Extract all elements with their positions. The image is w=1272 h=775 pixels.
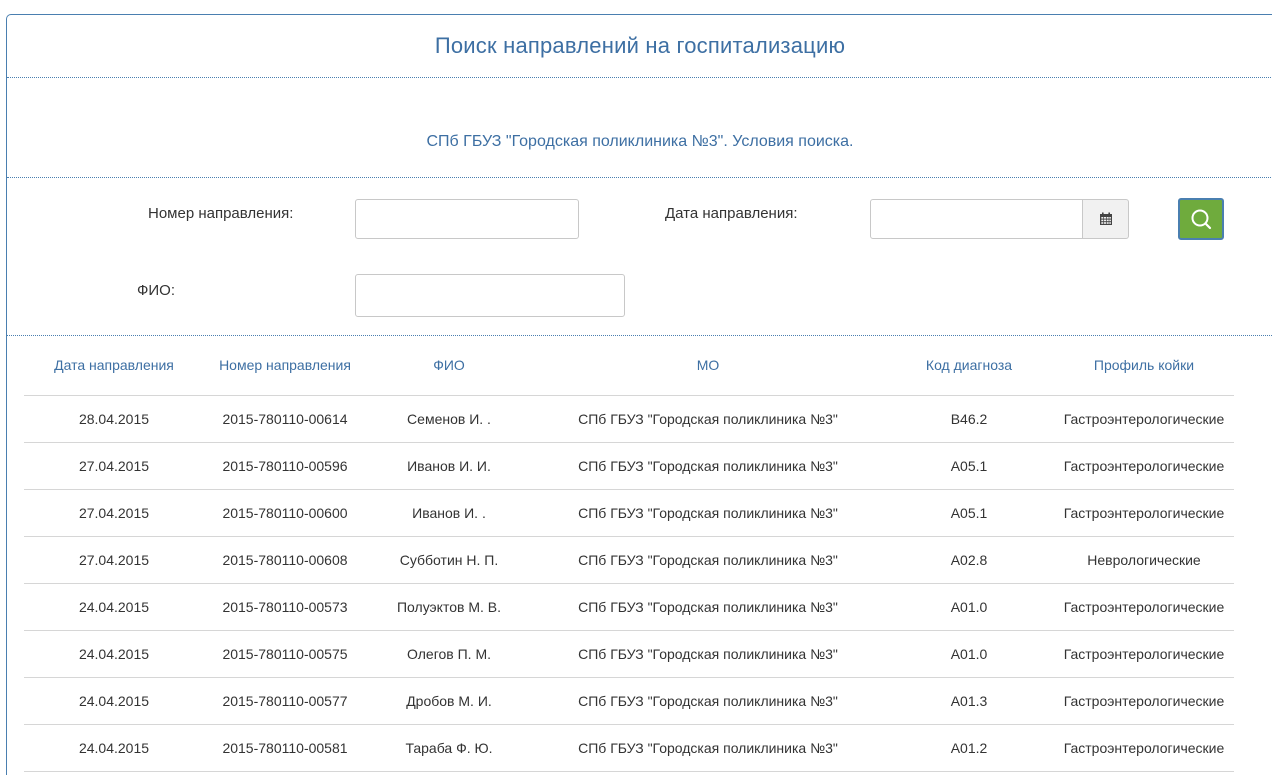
cell-fio: Полуэктов М. В. [366,583,532,631]
cell-date: 27.04.2015 [24,442,204,490]
cell-date: 27.04.2015 [24,536,204,584]
cell-bed-profile: Гастроэнтерологические [1054,489,1234,537]
cell-diagnosis-code: A01.0 [884,583,1054,631]
cell-fio: Олегов П. М. [366,630,532,678]
table-row[interactable]: 24.04.2015 2015-780110-00577 Дробов М. И… [24,677,1234,725]
cell-mo: СПб ГБУЗ "Городская поликлиника №3" [532,677,884,725]
search-button[interactable] [1178,198,1224,240]
cell-date: 28.04.2015 [24,395,204,443]
cell-fio: Иванов И. . [366,489,532,537]
fio-label: ФИО: [137,282,176,299]
referral-number-input[interactable] [355,199,579,239]
cell-mo: СПб ГБУЗ "Городская поликлиника №3" [532,536,884,584]
divider [7,77,1272,78]
cell-diagnosis-code: A01.3 [884,677,1054,725]
cell-diagnosis-code: A02.8 [884,536,1054,584]
cell-bed-profile: Гастроэнтерологические [1054,677,1234,725]
column-header-diagnosis-code[interactable]: Код диагноза [884,335,1054,396]
cell-bed-profile: Неврологические [1054,536,1234,584]
referral-date-label: Дата направления: [665,205,798,222]
calendar-icon [1099,212,1112,225]
cell-diagnosis-code: A05.1 [884,489,1054,537]
cell-fio: Иванов И. И. [366,442,532,490]
table-row[interactable]: 24.04.2015 2015-780110-00581 Тараба Ф. Ю… [24,724,1234,772]
cell-number: 2015-780110-00573 [204,583,366,631]
cell-date: 24.04.2015 [24,630,204,678]
cell-date: 24.04.2015 [24,677,204,725]
table-row[interactable]: 27.04.2015 2015-780110-00608 Субботин Н.… [24,536,1234,584]
cell-bed-profile: Гастроэнтерологические [1054,630,1234,678]
cell-fio: Дробов М. И. [366,677,532,725]
cell-diagnosis-code: A05.1 [884,442,1054,490]
table-row[interactable]: 28.04.2015 2015-780110-00614 Семенов И. … [24,395,1234,443]
cell-mo: СПб ГБУЗ "Городская поликлиника №3" [532,489,884,537]
cell-fio: Семенов И. . [366,395,532,443]
column-header-number[interactable]: Номер направления [204,335,366,396]
fio-input[interactable] [355,274,625,317]
cell-diagnosis-code: A01.0 [884,630,1054,678]
cell-diagnosis-code: B46.2 [884,395,1054,443]
column-header-fio[interactable]: ФИО [366,335,532,396]
search-icon [1191,209,1212,230]
referral-date-input[interactable] [870,199,1083,239]
cell-number: 2015-780110-00614 [204,395,366,443]
cell-mo: СПб ГБУЗ "Городская поликлиника №3" [532,724,884,772]
cell-diagnosis-code: A01.2 [884,724,1054,772]
cell-mo: СПб ГБУЗ "Городская поликлиника №3" [532,395,884,443]
cell-bed-profile: Гастроэнтерологические [1054,442,1234,490]
cell-date: 24.04.2015 [24,583,204,631]
cell-bed-profile: Гастроэнтерологические [1054,583,1234,631]
search-conditions-title: СПб ГБУЗ "Городская поликлиника №3". Усл… [426,133,854,150]
cell-fio: Тараба Ф. Ю. [366,724,532,772]
cell-fio: Субботин Н. П. [366,536,532,584]
calendar-button[interactable] [1082,199,1129,239]
cell-number: 2015-780110-00581 [204,724,366,772]
cell-number: 2015-780110-00575 [204,630,366,678]
page-title: Поиск направлений на госпитализацию [434,33,846,58]
table-row[interactable]: 24.04.2015 2015-780110-00573 Полуэктов М… [24,583,1234,631]
cell-bed-profile: Гастроэнтерологические [1054,724,1234,772]
cell-number: 2015-780110-00608 [204,536,366,584]
cell-mo: СПб ГБУЗ "Городская поликлиника №3" [532,630,884,678]
cell-bed-profile: Гастроэнтерологические [1054,395,1234,443]
table-row[interactable]: 24.04.2015 2015-780110-00575 Олегов П. М… [24,630,1234,678]
cell-mo: СПб ГБУЗ "Городская поликлиника №3" [532,583,884,631]
referral-number-label: Номер направления: [148,205,294,222]
table-header-row: Дата направления Номер направления ФИО М… [24,335,1234,396]
table-row[interactable]: 27.04.2015 2015-780110-00596 Иванов И. И… [24,442,1234,490]
divider [7,177,1272,178]
cell-number: 2015-780110-00577 [204,677,366,725]
cell-number: 2015-780110-00600 [204,489,366,537]
results-table: Дата направления Номер направления ФИО М… [24,335,1234,772]
cell-date: 27.04.2015 [24,489,204,537]
cell-date: 24.04.2015 [24,724,204,772]
table-row[interactable]: 27.04.2015 2015-780110-00600 Иванов И. .… [24,489,1234,537]
column-header-mo[interactable]: МО [532,335,884,396]
cell-mo: СПб ГБУЗ "Городская поликлиника №3" [532,442,884,490]
column-header-date[interactable]: Дата направления [24,335,204,396]
column-header-bed-profile[interactable]: Профиль койки [1054,335,1234,396]
cell-number: 2015-780110-00596 [204,442,366,490]
